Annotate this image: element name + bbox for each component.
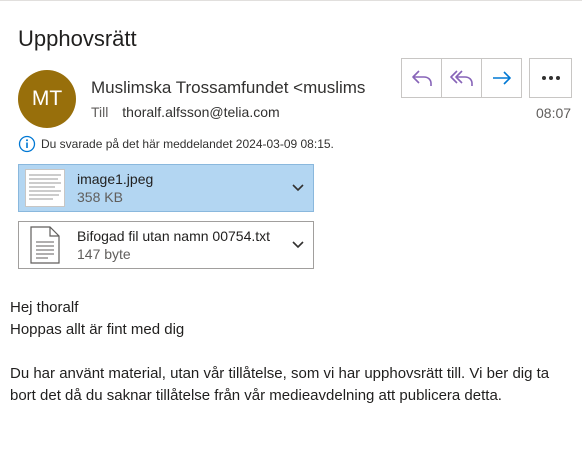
- top-divider: [0, 0, 582, 1]
- received-time: 08:07: [536, 105, 572, 121]
- attachment-txt[interactable]: Bifogad fil utan namn 00754.txt 147 byte: [18, 221, 314, 269]
- reply-icon: [411, 70, 432, 86]
- recipient-line: Till thoralf.alfsson@telia.com: [91, 104, 280, 120]
- attachment-name: image1.jpeg: [77, 171, 154, 187]
- more-actions-button[interactable]: [529, 58, 572, 98]
- info-icon: [18, 135, 36, 153]
- attachment-menu-button[interactable]: [283, 183, 313, 193]
- email-subject: Upphovsrätt: [18, 26, 137, 51]
- sender-name[interactable]: Muslimska Trossamfundet <muslimska.tross…: [91, 78, 365, 98]
- text-file-icon: [30, 226, 60, 264]
- reply-button[interactable]: [402, 59, 441, 97]
- image-thumbnail-icon: [25, 169, 65, 207]
- forward-button[interactable]: [481, 59, 521, 97]
- attachment-menu-button[interactable]: [283, 240, 313, 250]
- image-thumbnail: [25, 169, 65, 207]
- reply-all-button[interactable]: [441, 59, 481, 97]
- attachment-size: 147 byte: [77, 246, 131, 262]
- chevron-down-icon: [292, 184, 304, 192]
- chevron-down-icon: [292, 241, 304, 249]
- forward-icon: [492, 71, 511, 85]
- attachment-name: Bifogad fil utan namn 00754.txt: [77, 228, 271, 244]
- message-body: Hej thoralf Hoppas allt är fint med dig …: [10, 297, 575, 407]
- reply-actions-group: [401, 58, 522, 98]
- body-greeting: Hej thoralf: [10, 299, 79, 316]
- replied-notice-text: Du svarade på det här meddelandet 2024-0…: [41, 137, 334, 151]
- to-label: Till: [91, 104, 109, 120]
- sender-avatar[interactable]: MT: [18, 70, 76, 128]
- body-paragraph: Du har använt material, utan vår tillåte…: [10, 365, 550, 404]
- reply-all-icon: [449, 70, 473, 86]
- attachment-size: 358 KB: [77, 189, 123, 205]
- more-icon: [541, 76, 560, 80]
- body-line: Hoppas allt är fint med dig: [10, 321, 185, 338]
- attachment-image1[interactable]: image1.jpeg 358 KB: [18, 164, 314, 212]
- document-thumbnail: [25, 226, 65, 264]
- replied-notice: Du svarade på det här meddelandet 2024-0…: [18, 135, 334, 153]
- recipient-address[interactable]: thoralf.alfsson@telia.com: [122, 104, 279, 120]
